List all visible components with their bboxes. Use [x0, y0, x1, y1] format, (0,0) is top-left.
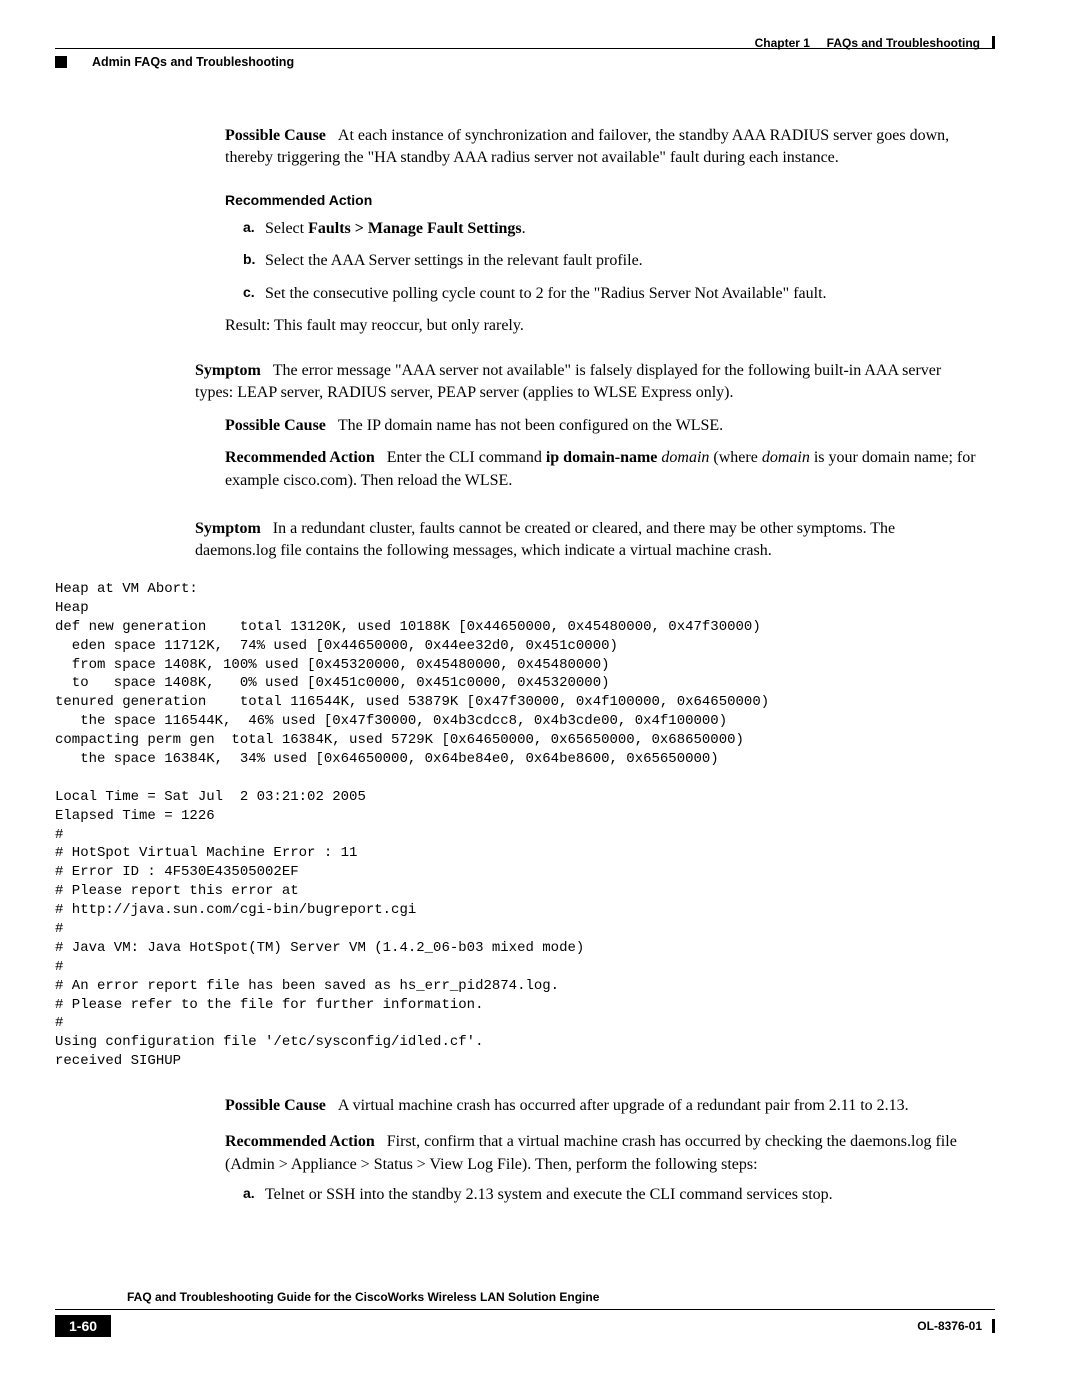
possible-cause-para-2: Possible Cause The IP domain name has no… — [225, 415, 980, 437]
symptom-label: Symptom — [195, 362, 261, 379]
code-block-container: Heap at VM Abort: Heap def new generatio… — [55, 572, 980, 1071]
step-a-3: a. Telnet or SSH into the standby 2.13 s… — [243, 1184, 980, 1206]
page-number: 1-60 — [55, 1315, 111, 1337]
possible-cause-label-3: Possible Cause — [225, 1097, 326, 1114]
step-letter: b. — [243, 250, 265, 272]
symptom-para-3: Symptom In a redundant cluster, faults c… — [195, 518, 980, 563]
log-output: Heap at VM Abort: Heap def new generatio… — [55, 580, 980, 1071]
header-section: Admin FAQs and Troubleshooting — [55, 55, 294, 69]
recommended-action-label-3: Recommended Action — [225, 1133, 375, 1150]
possible-cause-text: At each instance of synchronization and … — [225, 127, 949, 166]
block3-after: Possible Cause A virtual machine crash h… — [225, 1095, 980, 1217]
step-b: b. Select the AAA Server settings in the… — [243, 250, 980, 272]
possible-cause-label: Possible Cause — [225, 127, 326, 144]
possible-cause-text-3: A virtual machine crash has occurred aft… — [338, 1097, 909, 1114]
recommended-action-para-3: Recommended Action First, confirm that a… — [225, 1131, 980, 1176]
step-text: Set the consecutive polling cycle count … — [265, 283, 827, 305]
page-footer: FAQ and Troubleshooting Guide for the Ci… — [55, 1290, 995, 1337]
recommended-action-label-2: Recommended Action — [225, 449, 375, 466]
possible-cause-label-2: Possible Cause — [225, 417, 326, 434]
step-letter: a. — [243, 218, 265, 240]
step-a: a. Select Faults > Manage Fault Settings… — [243, 218, 980, 240]
step-text: Select the AAA Server settings in the re… — [265, 250, 643, 272]
step-text: Select Faults > Manage Fault Settings. — [265, 218, 526, 240]
header-rule — [55, 48, 995, 49]
symptom-label-3: Symptom — [195, 520, 261, 537]
document-id: OL-8376-01 — [917, 1319, 995, 1333]
possible-cause-para-3: Possible Cause A virtual machine crash h… — [225, 1095, 980, 1117]
section-title: Admin FAQs and Troubleshooting — [92, 55, 294, 69]
symptom-text-3: In a redundant cluster, faults cannot be… — [195, 520, 895, 559]
symptom-text: The error message "AAA server not availa… — [195, 362, 941, 401]
header-right-bar — [992, 36, 995, 48]
footer-bar-icon — [992, 1319, 995, 1333]
recommended-action-para-2: Recommended Action Enter the CLI command… — [225, 447, 980, 492]
footer-doc-title: FAQ and Troubleshooting Guide for the Ci… — [55, 1290, 995, 1309]
possible-cause-para-1: Possible Cause At each instance of synch… — [225, 125, 980, 170]
recommended-action-heading: Recommended Action — [225, 192, 980, 208]
footer-rule — [55, 1309, 995, 1310]
step-c: c. Set the consecutive polling cycle cou… — [243, 283, 980, 305]
step-letter-3: a. — [243, 1184, 265, 1206]
block3-symptom: Symptom In a redundant cluster, faults c… — [195, 518, 980, 571]
body-content: Possible Cause At each instance of synch… — [225, 125, 980, 345]
step-letter: c. — [243, 283, 265, 305]
block2: Symptom The error message "AAA server no… — [195, 360, 980, 500]
result-text: Result: This fault may reoccur, but only… — [225, 315, 980, 337]
header-square-icon — [55, 56, 67, 68]
symptom-para-2: Symptom The error message "AAA server no… — [195, 360, 980, 405]
step-text-3: Telnet or SSH into the standby 2.13 syst… — [265, 1184, 833, 1206]
possible-cause-text-2: The IP domain name has not been configur… — [338, 417, 723, 434]
